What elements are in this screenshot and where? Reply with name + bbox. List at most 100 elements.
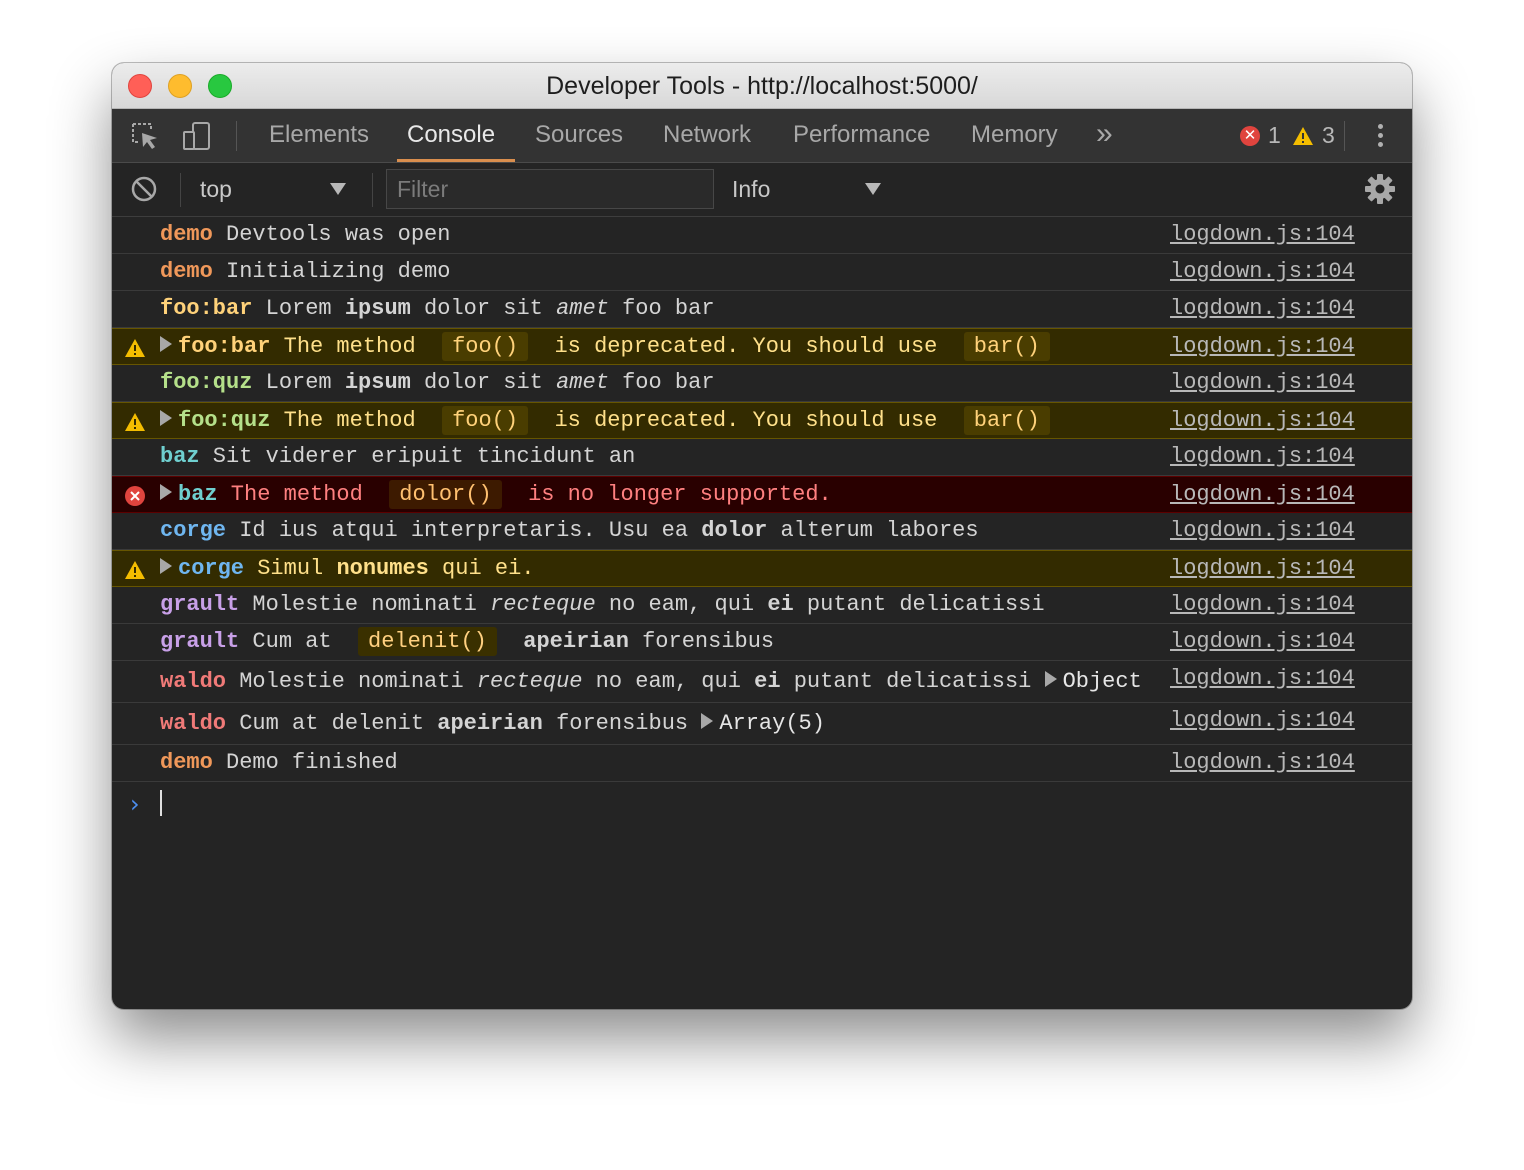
- source-link[interactable]: logdown.js:104: [1170, 661, 1355, 697]
- inspect-element-icon[interactable]: [130, 121, 160, 151]
- log-level-selector[interactable]: Info: [732, 163, 892, 216]
- console-log-message[interactable]: grault Molestie nominati recteque no eam…: [112, 587, 1412, 624]
- source-link[interactable]: logdown.js:104: [1170, 745, 1355, 781]
- tab-console[interactable]: Console: [396, 109, 516, 162]
- plain-text: putant delicatissi: [793, 592, 1045, 617]
- italic-text: recteque: [490, 592, 596, 617]
- namespace-label: waldo: [160, 669, 227, 694]
- filter-input[interactable]: [386, 169, 714, 209]
- bold-text: nonumes: [336, 556, 429, 581]
- more-tabs-button[interactable]: »: [1096, 109, 1113, 162]
- console-log-message[interactable]: demo Initializing demo logdown.js:104: [112, 254, 1412, 291]
- tab-sources[interactable]: Sources: [535, 109, 623, 162]
- error-icon: [124, 485, 146, 507]
- tab-memory[interactable]: Memory: [971, 109, 1058, 162]
- message-text: grault Molestie nominati recteque no eam…: [160, 587, 1045, 623]
- message-text: waldo Cum at delenit apeirian forensibus…: [160, 703, 825, 744]
- console-log-message[interactable]: waldo Molestie nominati recteque no eam,…: [112, 661, 1412, 703]
- console-warning-message[interactable]: foo:quz The method foo() is deprecated. …: [112, 402, 1412, 439]
- console-warning-message[interactable]: corge Simul nonumes qui ei. logdown.js:10…: [112, 550, 1412, 587]
- console-log-message[interactable]: grault Cum at delenit() apeirian forensi…: [112, 624, 1412, 661]
- console-log-message[interactable]: baz Sit viderer eripuit tincidunt an logd…: [112, 439, 1412, 476]
- namespace-label: waldo: [160, 711, 227, 736]
- plain-text: forensibus: [628, 629, 775, 654]
- expand-triangle-icon[interactable]: [160, 336, 172, 352]
- devtools-window: Developer Tools - http://localhost:5000/…: [112, 63, 1412, 1009]
- plain-text: Lorem: [252, 296, 345, 321]
- namespace-label: baz: [160, 444, 200, 469]
- italic-text: amet: [556, 370, 609, 395]
- namespace-label: corge: [160, 518, 227, 543]
- tab-elements[interactable]: Elements: [269, 109, 369, 162]
- plain-text: forensibus: [542, 711, 702, 736]
- source-link[interactable]: logdown.js:104: [1170, 329, 1355, 365]
- tab-performance[interactable]: Performance: [793, 109, 930, 162]
- source-link[interactable]: logdown.js:104: [1170, 477, 1355, 513]
- bold-text: ei: [767, 592, 794, 617]
- source-link[interactable]: logdown.js:104: [1170, 513, 1355, 549]
- tab-network[interactable]: Network: [663, 109, 751, 162]
- console-log-message[interactable]: foo:quz Lorem ipsum dolor sit amet foo b…: [112, 365, 1412, 402]
- source-link[interactable]: logdown.js:104: [1170, 551, 1355, 587]
- code-snippet: foo(): [442, 406, 529, 435]
- plain-text: dolor sit: [410, 296, 557, 321]
- console-log-message[interactable]: corge Id ius atqui interpretaris. Usu ea…: [112, 513, 1412, 550]
- console-log-message[interactable]: foo:bar Lorem ipsum dolor sit amet foo b…: [112, 291, 1412, 328]
- source-link[interactable]: logdown.js:104: [1170, 587, 1355, 623]
- warning-count: 3: [1322, 122, 1335, 148]
- warning-counter[interactable]: 3: [1292, 122, 1335, 149]
- source-link[interactable]: logdown.js:104: [1170, 624, 1355, 660]
- context-value: top: [200, 176, 232, 202]
- context-selector[interactable]: top: [200, 163, 350, 216]
- chevron-down-icon: [330, 183, 346, 195]
- plain-text: Simul: [244, 556, 337, 581]
- warning-icon: [1293, 126, 1313, 145]
- source-link[interactable]: logdown.js:104: [1170, 254, 1355, 290]
- expandable-object[interactable]: Array(5): [719, 711, 825, 736]
- error-count: 1: [1268, 122, 1281, 148]
- source-link[interactable]: logdown.js:104: [1170, 217, 1355, 253]
- plain-text: Cum at delenit: [226, 711, 438, 736]
- expand-triangle-icon[interactable]: [160, 558, 172, 574]
- expand-triangle-icon[interactable]: [160, 410, 172, 426]
- more-options-icon[interactable]: [1374, 121, 1386, 151]
- filter-divider: [372, 173, 373, 207]
- error-counter[interactable]: ✕ 1: [1240, 122, 1281, 149]
- expand-triangle-icon[interactable]: [701, 713, 714, 729]
- source-link[interactable]: logdown.js:104: [1170, 365, 1355, 401]
- message-text: corge Id ius atqui interpretaris. Usu ea…: [160, 513, 979, 549]
- gear-icon[interactable]: [1364, 173, 1396, 205]
- source-link[interactable]: logdown.js:104: [1170, 439, 1355, 475]
- text-caret: [160, 790, 162, 816]
- console-warning-message[interactable]: foo:bar The method foo() is deprecated. …: [112, 328, 1412, 365]
- message-text: foo:bar Lorem ipsum dolor sit amet foo b…: [160, 291, 715, 327]
- source-link[interactable]: logdown.js:104: [1170, 291, 1355, 327]
- plain-text: is deprecated. You should use: [541, 408, 951, 433]
- console-prompt[interactable]: ›: [112, 782, 1412, 822]
- plain-text: Lorem: [252, 370, 345, 395]
- console-log-message[interactable]: demo Devtools was open logdown.js:104: [112, 217, 1412, 254]
- source-link[interactable]: logdown.js:104: [1170, 403, 1355, 439]
- device-toolbar-icon[interactable]: [182, 121, 212, 151]
- expand-triangle-icon[interactable]: [1044, 671, 1057, 687]
- plain-text: qui ei.: [428, 556, 535, 581]
- expand-triangle-icon[interactable]: [160, 484, 172, 500]
- console-messages: demo Devtools was open logdown.js:104 demo…: [112, 217, 1412, 782]
- log-level-value: Info: [732, 176, 771, 202]
- code-snippet: bar(): [963, 406, 1050, 435]
- filter-divider: [180, 173, 181, 207]
- console-log-message[interactable]: demo Demo finished logdown.js:104: [112, 745, 1412, 782]
- source-link[interactable]: logdown.js:104: [1170, 703, 1355, 739]
- code-snippet: dolor(): [389, 480, 502, 509]
- plain-text: Id ius atqui interpretaris. Usu ea: [226, 518, 702, 543]
- expandable-object[interactable]: Object: [1063, 669, 1142, 694]
- message-text: corge Simul nonumes qui ei.: [160, 551, 534, 587]
- plain-text: foo bar: [608, 296, 715, 321]
- bold-text: apeirian: [523, 629, 629, 654]
- message-text: baz Sit viderer eripuit tincidunt an: [160, 439, 635, 475]
- clear-console-icon[interactable]: [131, 176, 157, 202]
- console-error-message[interactable]: baz The method dolor() is no longer supp…: [112, 476, 1412, 513]
- namespace-label: grault: [160, 629, 240, 654]
- console-log-message[interactable]: waldo Cum at delenit apeirian forensibus…: [112, 703, 1412, 745]
- bold-text: apeirian: [437, 711, 543, 736]
